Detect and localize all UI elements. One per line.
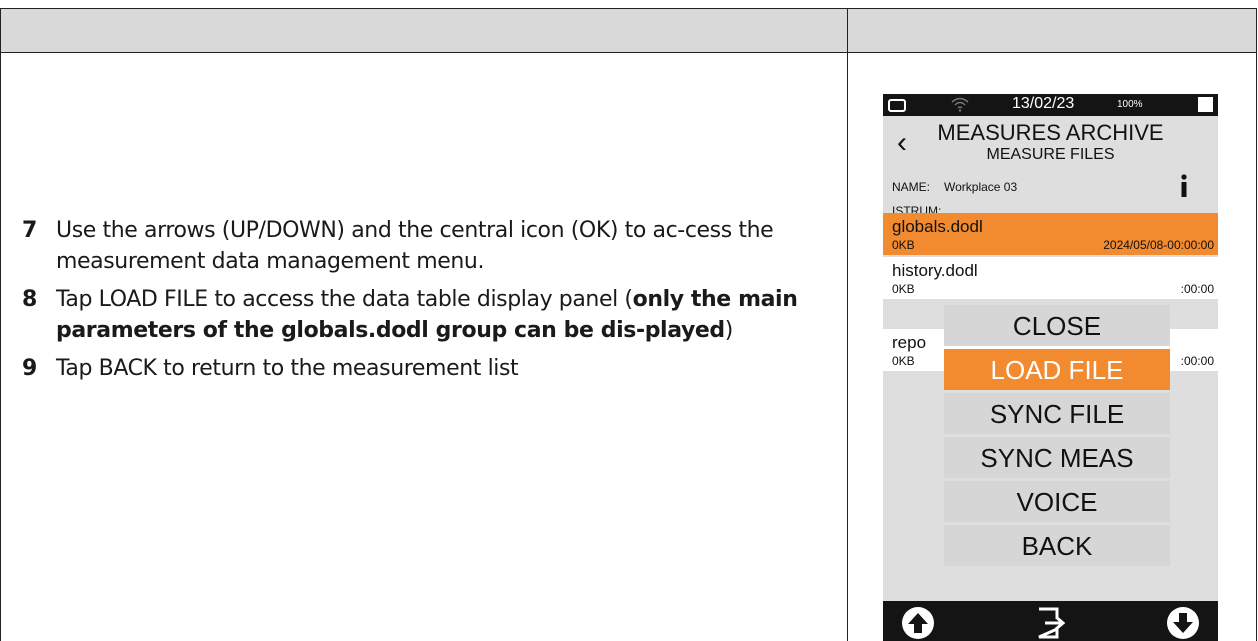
step-text: Use the arrows (UP/DOWN) and the central… (56, 218, 774, 274)
enter-icon[interactable] (1033, 606, 1067, 640)
step-text-end: ) (724, 318, 734, 343)
arrow-down-icon[interactable] (1166, 606, 1200, 640)
step-number: 9 (22, 356, 37, 381)
arrow-up-icon[interactable] (901, 606, 935, 640)
status-bar: 13/02/23 100% (883, 94, 1218, 116)
table-header (0, 8, 1257, 53)
step-9: 9 Tap BACK to return to the measurement … (22, 353, 822, 384)
info-icon[interactable] (1179, 174, 1189, 198)
context-menu: CLOSE LOAD FILE SYNC FILE SYNC MEAS VOIC… (944, 305, 1170, 569)
menu-sync-file[interactable]: SYNC FILE (944, 393, 1170, 434)
file-size: 0KB (892, 282, 915, 296)
screen-subtitle: MEASURE FILES (986, 146, 1115, 163)
name-label: NAME: (892, 180, 931, 194)
file-size: 0KB (892, 238, 915, 252)
battery-icon (888, 99, 906, 112)
file-name: repo (892, 333, 927, 352)
step-8: 8 Tap LOAD FILE to access the data table… (22, 284, 822, 346)
step-list: 7 Use the arrows (UP/DOWN) and the centr… (22, 215, 822, 391)
screen-title: MEASURES ARCHIVE (937, 120, 1164, 145)
device-screen: 13/02/23 100% ‹ MEASURES ARCHIVE MEASURE… (883, 94, 1218, 641)
menu-close[interactable]: CLOSE (944, 305, 1170, 346)
name-value: Workplace 03 (944, 180, 1018, 194)
menu-load-file[interactable]: LOAD FILE (944, 349, 1170, 390)
nav-bar (883, 601, 1218, 641)
step-text: Tap LOAD FILE to access the data table d… (56, 287, 633, 312)
status-date: 13/02/23 (1012, 95, 1075, 112)
step-number: 8 (22, 287, 37, 312)
table-border (1256, 52, 1257, 641)
step-text: Tap BACK to return to the measurement li… (56, 356, 519, 381)
header-divider (847, 8, 848, 53)
file-date: :00:00 (1180, 282, 1214, 296)
file-date: 2024/05/08-00:00:00 (1103, 238, 1214, 252)
file-row[interactable]: history.dodl 0KB :00:00 (883, 257, 1218, 299)
file-name: history.dodl (892, 261, 978, 280)
battery-percent: 100% (1117, 99, 1143, 110)
file-name: globals.dodl (892, 217, 983, 236)
file-date: :00:00 (1180, 354, 1214, 368)
menu-voice[interactable]: VOICE (944, 481, 1170, 522)
square-icon (1198, 97, 1213, 112)
menu-back[interactable]: BACK (944, 525, 1170, 566)
menu-sync-meas[interactable]: SYNC MEAS (944, 437, 1170, 478)
step-number: 7 (22, 218, 37, 243)
file-size: 0KB (892, 354, 915, 368)
step-7: 7 Use the arrows (UP/DOWN) and the centr… (22, 215, 822, 277)
file-row-selected[interactable]: globals.dodl 0KB 2024/05/08-00:00:00 (883, 213, 1218, 255)
wifi-icon (951, 97, 969, 112)
